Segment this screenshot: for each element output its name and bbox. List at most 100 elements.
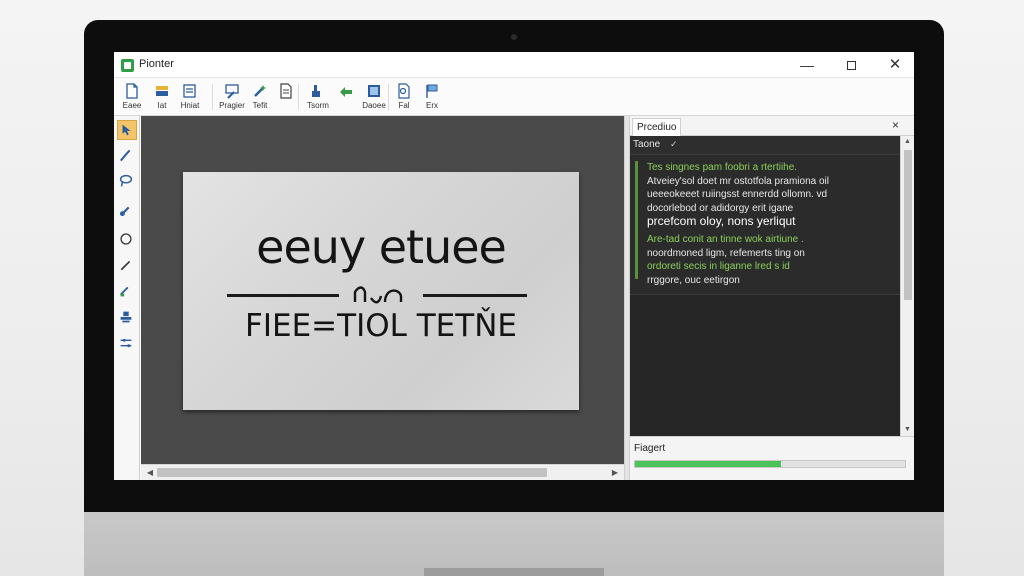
toolbar-separator <box>212 84 213 110</box>
monitor-stand <box>424 568 604 576</box>
toolbar-label: Iat <box>157 101 167 110</box>
progress-fill <box>635 461 781 467</box>
console-line: Are-tad conit an tinne wok airtiune . <box>647 234 804 245</box>
ellipse-tool-button[interactable] <box>117 230 137 250</box>
canvas-rule-right <box>423 294 527 297</box>
toolbar-label: Daoee <box>362 101 386 110</box>
app-icon <box>121 59 134 72</box>
console-tab[interactable]: Taone <box>633 139 660 150</box>
bucket-icon <box>312 85 320 97</box>
fill-tool-button[interactable] <box>117 282 137 302</box>
screen: Pionter — ✕ Eaee Iat Hniat Pragier Tefit… <box>114 52 914 480</box>
scroll-right-icon[interactable]: ▶ <box>608 465 622 480</box>
flag-icon <box>426 84 438 98</box>
canvas-text-line1: eeuy etuee <box>256 220 507 274</box>
magic-icon <box>254 85 266 97</box>
progress-label: Fiagert <box>634 443 666 454</box>
fill-icon <box>119 286 129 297</box>
panel-close-button[interactable]: × <box>892 118 899 132</box>
toolbar-label: Eaee <box>122 101 142 110</box>
link-icon <box>119 206 130 217</box>
toolbar-label: Hniat <box>180 101 200 110</box>
toolbar-label: Tsorm <box>307 101 329 110</box>
frame-icon <box>368 85 380 97</box>
tool-palette <box>114 116 140 480</box>
stamp-icon <box>120 311 132 323</box>
console-line: noordmoned ligm, refemerts ting on <box>647 247 805 259</box>
toolbar-open-button[interactable]: Iat <box>148 81 176 115</box>
console-line: Tes singnes pam foobri a rtertiihe. <box>647 162 798 173</box>
canvas-rule-left <box>227 294 339 297</box>
console-line: Atveiey'sol doet mr ostotfola pramiona o… <box>647 175 829 187</box>
console-tab-check-icon[interactable]: ✓ <box>670 139 678 150</box>
lasso-tool-button[interactable] <box>117 172 137 192</box>
scroll-down-icon[interactable]: ▼ <box>901 424 914 436</box>
export-icon <box>340 87 352 97</box>
stamp-tool-button[interactable] <box>117 308 137 328</box>
console-tabbar: Taone ✓ <box>630 136 900 155</box>
panel-header: Prcediuo × <box>630 116 914 136</box>
canvas-text-line2: FIEE=TIOL TETŇE <box>245 308 517 344</box>
toolbar-separator <box>298 84 299 110</box>
toolbar-document-button[interactable] <box>272 81 300 115</box>
toolbar-label: Pragier <box>219 101 245 110</box>
toolbar-print-button[interactable]: Hniat <box>176 81 204 115</box>
console-output: Tes singnes pam foobri a rtertiihe. Atvei… <box>630 155 900 295</box>
open-icon <box>156 86 168 96</box>
toolbar-new-button[interactable]: Eaee <box>118 81 146 115</box>
horizontal-scrollbar[interactable]: ◀ ▶ <box>141 464 624 480</box>
monitor-chin <box>84 512 944 576</box>
close-button[interactable]: ✕ <box>874 52 914 78</box>
image-canvas[interactable]: eeuy etuee FIEE=TIOL TETŇE <box>141 116 624 464</box>
horizontal-scroll-thumb[interactable] <box>157 468 547 477</box>
progress-bar <box>634 460 906 468</box>
pencil-tool-button[interactable] <box>117 256 137 276</box>
maximize-button[interactable] <box>830 52 872 78</box>
lasso-icon <box>119 174 133 187</box>
toolbar-flag-button[interactable]: Erx <box>418 81 446 115</box>
adjust-tool-button[interactable] <box>117 334 137 354</box>
select-icon <box>122 124 131 136</box>
toolbar-frame-button[interactable]: Daoee <box>360 81 388 115</box>
toolbar-label: Erx <box>426 101 438 110</box>
link-tool-button[interactable] <box>117 202 137 222</box>
select-tool-button[interactable] <box>117 120 137 140</box>
brush-tool-button[interactable] <box>117 146 137 166</box>
pencil-icon <box>120 260 131 271</box>
scroll-left-icon[interactable]: ◀ <box>143 465 157 480</box>
toolbar-separator <box>388 84 389 110</box>
console-line: rrggore, ouc eetirgon <box>647 274 740 286</box>
circle-icon <box>120 233 132 245</box>
minimize-button[interactable]: — <box>786 52 828 78</box>
print-icon <box>183 84 196 98</box>
console-line: ueeeokeeet ruiingsst ennerdd ollomn. vd <box>647 189 828 200</box>
webcam <box>511 34 517 40</box>
sliders-icon <box>120 338 132 348</box>
pen-icon <box>225 84 239 99</box>
progress-section: Fiagert <box>630 436 914 480</box>
toolbar-magic-button[interactable]: Tefit <box>246 81 274 115</box>
toolbar-export-button[interactable] <box>332 81 360 115</box>
title-bar: Pionter — ✕ <box>114 52 914 78</box>
canvas-image: eeuy etuee FIEE=TIOL TETŇE <box>183 172 579 410</box>
toolbar-pen-button[interactable]: Pragier <box>218 81 246 115</box>
toolbar-label: Tefit <box>252 101 268 110</box>
toolbar-bucket-button[interactable]: Tsorm <box>304 81 332 115</box>
scroll-up-icon[interactable]: ▲ <box>901 136 914 148</box>
document-icon <box>280 83 292 99</box>
console-line: prcefcom oloy, nons yerliqut <box>647 214 796 228</box>
toolbar-label: Fal <box>398 101 410 110</box>
properties-panel: Prcediuo × Taone ✓ Tes singnes pam foobr… <box>630 116 914 480</box>
console: Taone ✓ Tes singnes pam foobri a rtertii… <box>630 136 900 436</box>
panel-tab[interactable]: Prcediuo <box>632 118 682 136</box>
maximize-icon <box>846 60 856 70</box>
canvas-squiggle <box>353 286 403 304</box>
window-title: Pionter <box>139 58 174 70</box>
console-gutter <box>635 161 638 279</box>
toolbar-find-button[interactable]: Fal <box>390 81 418 115</box>
search-doc-icon <box>398 83 410 99</box>
toolbar: Eaee Iat Hniat Pragier Tefit Tsorm Daoee… <box>114 78 914 116</box>
console-line: docorlebod or adidorgy erit igane <box>647 202 794 214</box>
vertical-scrollbar[interactable]: ▲ ▼ <box>900 136 914 436</box>
vertical-scroll-thumb[interactable] <box>904 150 912 300</box>
